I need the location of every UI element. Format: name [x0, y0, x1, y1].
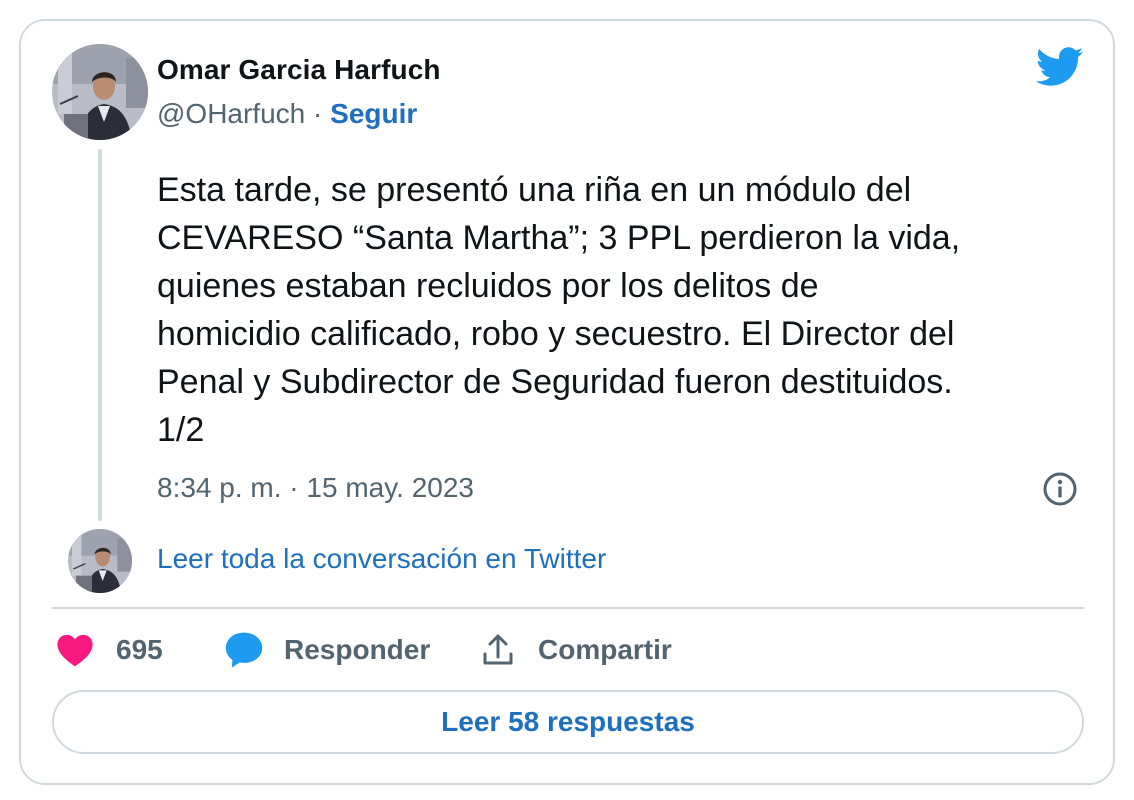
divider — [52, 607, 1084, 609]
read-conversation-link[interactable]: Leer toda la conversación en Twitter — [157, 543, 606, 575]
tweet-timestamp[interactable]: 8:34 p. m. · 15 may. 2023 — [157, 472, 474, 504]
author-name[interactable]: Omar Garcia Harfuch — [157, 54, 441, 86]
author-handle[interactable]: @OHarfuch — [157, 98, 305, 129]
twitter-bird-icon[interactable] — [1036, 47, 1084, 87]
read-replies-button[interactable]: Leer 58 respuestas — [52, 690, 1084, 754]
like-count: 695 — [116, 634, 163, 665]
thread-line — [98, 149, 102, 521]
author-photo — [52, 44, 148, 140]
heart-icon — [57, 634, 93, 667]
author-handle-line: @OHarfuch · Seguir — [157, 98, 417, 130]
reply-button[interactable]: Responder — [224, 628, 430, 672]
speech-bubble-icon — [225, 632, 263, 668]
info-icon[interactable] — [1042, 471, 1078, 507]
reply-label: Responder — [284, 634, 431, 665]
author-avatar[interactable] — [52, 44, 148, 140]
tweet-text: Esta tarde, se presentó una riña en un m… — [157, 171, 961, 449]
follow-link[interactable]: Seguir — [330, 98, 417, 129]
like-button[interactable]: 695 — [56, 628, 163, 672]
share-button[interactable]: Compartir — [480, 628, 672, 672]
author-photo-small — [68, 529, 132, 593]
handle-separator: · — [305, 98, 331, 129]
share-label: Compartir — [538, 634, 672, 665]
share-upload-icon — [483, 634, 513, 665]
conversation-avatar — [68, 529, 132, 593]
